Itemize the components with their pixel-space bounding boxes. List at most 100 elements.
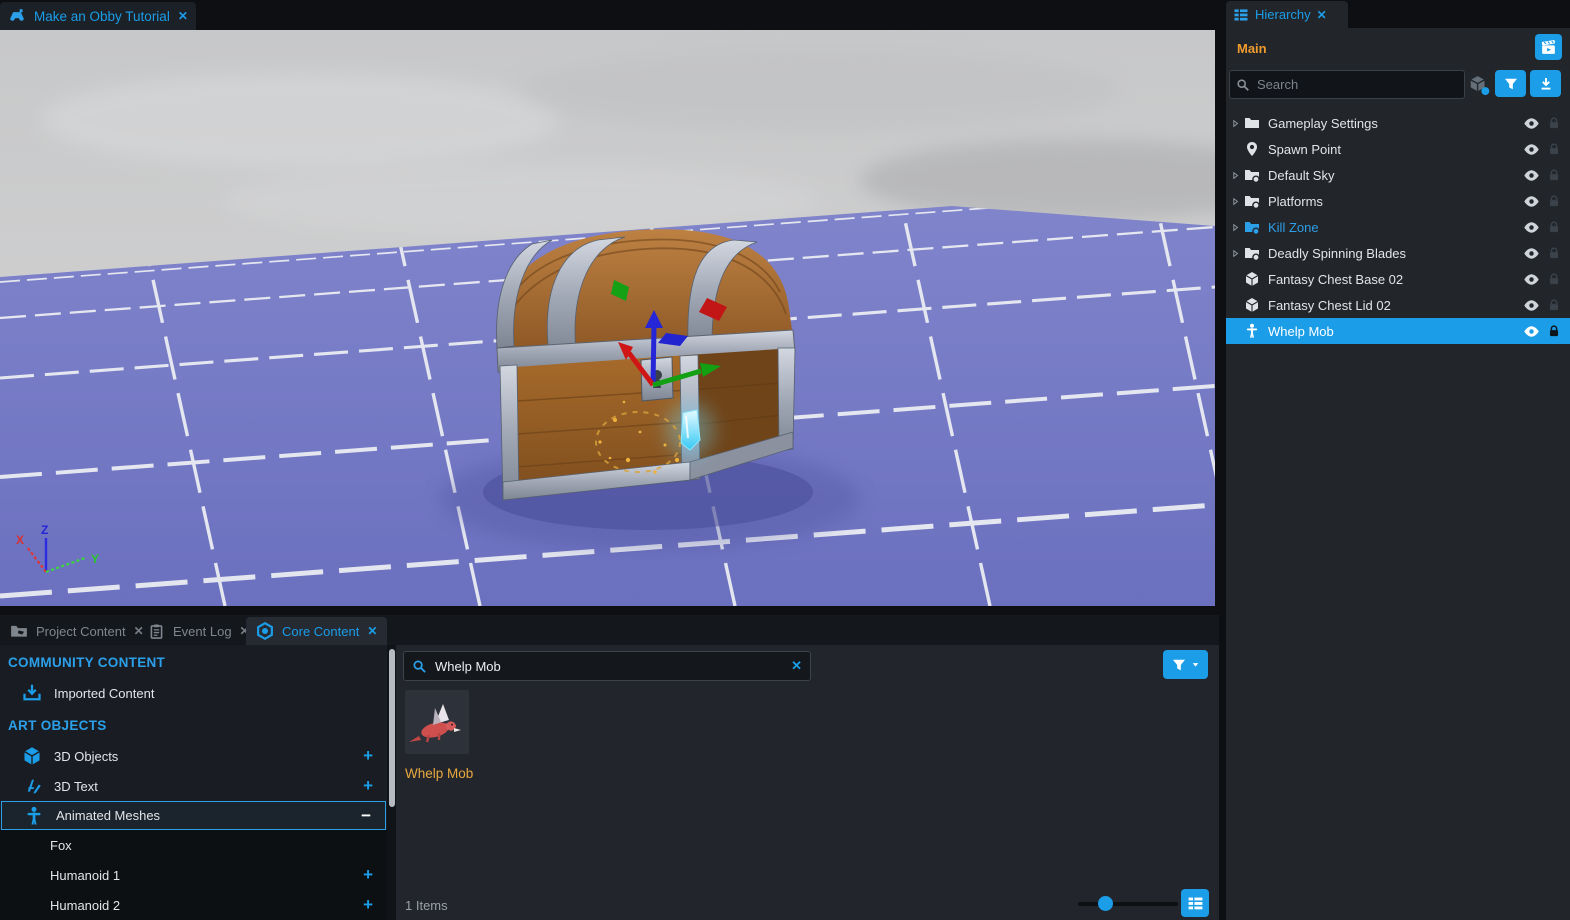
hierarchy-body: Main Gameplay Settings — [1226, 28, 1570, 920]
expand-icon[interactable] — [1231, 119, 1240, 128]
hierarchy-search-input[interactable] — [1255, 76, 1429, 93]
expand-icon[interactable] — [1231, 249, 1240, 258]
add-icon[interactable]: + — [363, 746, 373, 766]
visibility-eye-icon[interactable] — [1523, 297, 1540, 314]
close-icon[interactable]: ✕ — [367, 624, 377, 638]
asset-thumbnail[interactable] — [405, 690, 469, 754]
folder-group-icon — [1244, 193, 1260, 209]
visibility-eye-icon[interactable] — [1523, 193, 1540, 210]
cube-icon — [1244, 297, 1260, 313]
axis-x-label: X — [16, 533, 24, 547]
visibility-eye-icon[interactable] — [1523, 141, 1540, 158]
tab-project-content[interactable]: Project Content ✕ — [0, 617, 154, 645]
sidebar-scrollbar[interactable] — [389, 649, 395, 807]
visibility-eye-icon[interactable] — [1523, 323, 1540, 340]
asset-card-whelp-mob[interactable]: Whelp Mob — [405, 690, 491, 781]
sidebar-item-animated-meshes[interactable]: Animated Meshes − — [1, 801, 386, 830]
hierarchy-row-whelp-mob[interactable]: Whelp Mob — [1226, 318, 1570, 344]
cube-icon — [22, 746, 42, 766]
tab-event-log[interactable]: Event Log ✕ — [138, 617, 260, 645]
lock-icon[interactable] — [1547, 272, 1561, 286]
section-header-art-objects: ART OBJECTS — [0, 708, 387, 741]
tab-label: Core Content — [282, 624, 359, 639]
visibility-eye-icon[interactable] — [1523, 219, 1540, 236]
search-icon — [1236, 78, 1250, 92]
sidebar-item-humanoid-1[interactable]: Humanoid 1 + — [0, 860, 387, 890]
hierarchy-row-default-sky[interactable]: Default Sky — [1226, 162, 1570, 188]
row-label: Kill Zone — [1266, 220, 1523, 235]
close-icon[interactable]: ✕ — [178, 9, 188, 23]
chevron-down-icon — [1190, 659, 1201, 670]
viewport-3d[interactable]: Z X Y — [0, 30, 1215, 606]
sidebar-item-humanoid-2[interactable]: Humanoid 2 + — [0, 890, 387, 920]
hierarchy-row-deadly-spinning-blades[interactable]: Deadly Spinning Blades — [1226, 240, 1570, 266]
sidebar-item-fox[interactable]: Fox — [0, 830, 387, 860]
tab-core-content[interactable]: Core Content ✕ — [246, 617, 387, 645]
hierarchy-panel: Hierarchy ✕ Main — [1226, 0, 1570, 920]
hierarchy-filter-button[interactable] — [1495, 70, 1526, 97]
lock-icon[interactable] — [1547, 194, 1561, 208]
items-count-label: 1 Items — [405, 898, 448, 913]
clear-search-icon[interactable]: ✕ — [791, 658, 802, 674]
thumbnail-size-slider[interactable] — [1078, 902, 1178, 906]
content-search-box[interactable]: ✕ — [403, 651, 811, 681]
humanoid-icon — [1244, 323, 1260, 339]
hierarchy-row-fantasy-chest-lid[interactable]: Fantasy Chest Lid 02 — [1226, 292, 1570, 318]
sidebar-item-3d-text[interactable]: 3D Text + — [0, 771, 387, 801]
expand-icon[interactable] — [1231, 197, 1240, 206]
collapse-all-button[interactable] — [1530, 70, 1561, 97]
row-label: Default Sky — [1266, 168, 1523, 183]
list-view-button[interactable] — [1181, 889, 1209, 917]
sidebar-item-3d-objects[interactable]: 3D Objects + — [0, 741, 387, 771]
lock-icon[interactable] — [1547, 324, 1561, 338]
core-hexagon-icon — [256, 622, 274, 640]
row-label: Fantasy Chest Lid 02 — [1266, 298, 1523, 313]
row-label: Fantasy Chest Base 02 — [1266, 272, 1523, 287]
tab-make-an-obby-tutorial[interactable]: Make an Obby Tutorial ✕ — [0, 2, 196, 30]
viewport-scene: Z X Y — [0, 30, 1215, 606]
scene-settings-button[interactable] — [1535, 34, 1562, 60]
lock-icon[interactable] — [1547, 116, 1561, 130]
hierarchy-row-kill-zone[interactable]: Kill Zone — [1226, 214, 1570, 240]
sidebar-item-label: 3D Objects — [54, 749, 118, 764]
lock-icon[interactable] — [1547, 246, 1561, 260]
visibility-eye-icon[interactable] — [1523, 167, 1540, 184]
visibility-eye-icon[interactable] — [1523, 115, 1540, 132]
hierarchy-row-spawn-point[interactable]: Spawn Point — [1226, 136, 1570, 162]
expand-icon[interactable] — [1231, 223, 1240, 232]
lock-icon[interactable] — [1547, 220, 1561, 234]
hierarchy-tab-bar: Hierarchy ✕ — [1226, 0, 1570, 28]
add-icon[interactable]: + — [363, 776, 373, 796]
sidebar-item-imported-content[interactable]: Imported Content — [0, 678, 387, 708]
tab-hierarchy[interactable]: Hierarchy ✕ — [1226, 1, 1348, 28]
add-icon[interactable]: + — [363, 865, 373, 885]
lock-icon[interactable] — [1547, 298, 1561, 312]
visibility-eye-icon[interactable] — [1523, 245, 1540, 262]
hierarchy-row-fantasy-chest-base[interactable]: Fantasy Chest Base 02 — [1226, 266, 1570, 292]
folder-group-icon — [1244, 219, 1260, 235]
close-icon[interactable]: ✕ — [1317, 8, 1327, 22]
asset-label: Whelp Mob — [405, 766, 491, 781]
sidebar-item-label: Humanoid 2 — [50, 898, 120, 913]
collapse-icon[interactable]: − — [361, 806, 371, 826]
lock-icon[interactable] — [1547, 168, 1561, 182]
sidebar-item-label: Animated Meshes — [56, 808, 160, 823]
hierarchy-row-platforms[interactable]: Platforms — [1226, 188, 1570, 214]
content-search-input[interactable] — [433, 658, 785, 675]
cube-icon — [1244, 271, 1260, 287]
visibility-eye-icon[interactable] — [1523, 271, 1540, 288]
hierarchy-row-gameplay-settings[interactable]: Gameplay Settings — [1226, 110, 1570, 136]
group-mode-icon[interactable] — [1468, 74, 1490, 96]
expand-icon[interactable] — [1231, 171, 1240, 180]
folder-icon — [1244, 115, 1260, 131]
bottom-tab-bar: Project Content ✕ Event Log ✕ Core Conte… — [0, 615, 1219, 645]
core-editor-window: Make an Obby Tutorial ✕ — [0, 0, 1570, 920]
add-icon[interactable]: + — [363, 895, 373, 915]
lock-icon[interactable] — [1547, 142, 1561, 156]
list-view-icon — [1187, 895, 1204, 912]
tab-label: Event Log — [173, 624, 232, 639]
content-filter-button[interactable] — [1163, 650, 1208, 679]
row-label: Whelp Mob — [1266, 324, 1523, 339]
slider-knob[interactable] — [1098, 896, 1113, 911]
hierarchy-search-box[interactable] — [1229, 70, 1465, 99]
